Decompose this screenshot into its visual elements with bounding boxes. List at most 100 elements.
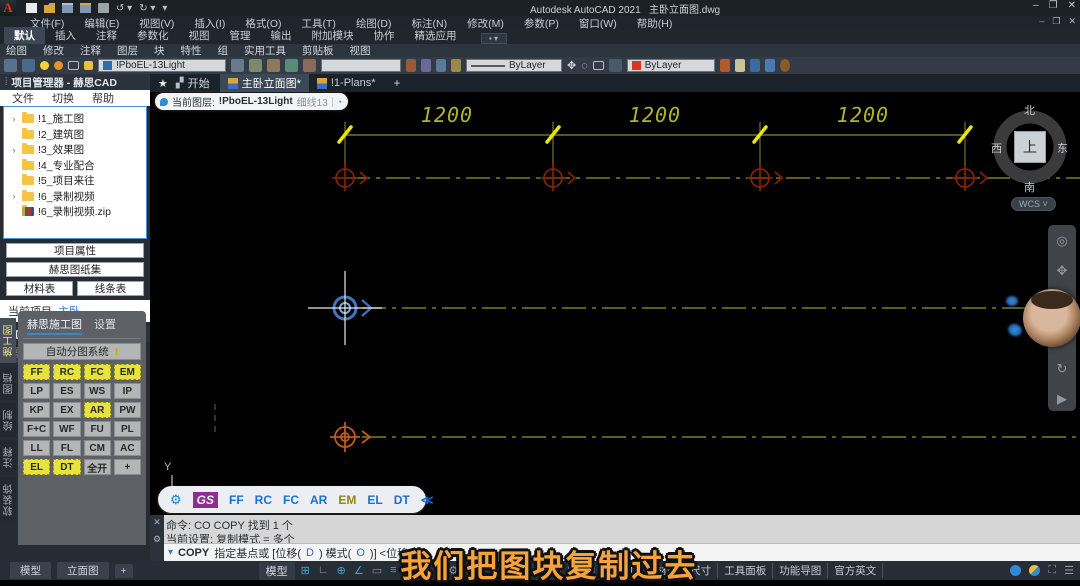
card-tab-settings[interactable]: 设置 — [94, 316, 116, 335]
ribbon-tab[interactable]: 附加模块 — [302, 27, 364, 44]
viewcube-south[interactable]: 南 — [1024, 179, 1035, 195]
pill-collapse-icon[interactable]: ≪ — [421, 493, 434, 507]
tool-shortcut-button[interactable]: DT — [53, 459, 80, 475]
menu-item[interactable]: 修改(M) — [467, 16, 504, 31]
layer-dropdown[interactable]: !PboEL-13Light — [98, 59, 226, 72]
favorites-star-icon[interactable]: ★ — [158, 77, 168, 90]
layer-lock-icon[interactable] — [84, 61, 93, 70]
project-manager-header[interactable]: ⦙ 项目管理器 - 赫思CAD — [0, 74, 150, 90]
info-dot-icon[interactable] — [1010, 565, 1021, 576]
status-toggle-icon[interactable]: ⊞ — [301, 564, 310, 577]
ribbon-tab[interactable]: 插入 — [45, 27, 86, 44]
layer-on-bulb-icon[interactable] — [40, 61, 49, 70]
materials-table-button[interactable]: 材料表 — [6, 281, 73, 296]
layer-off-icon[interactable] — [285, 59, 298, 72]
layer-isolate-icon[interactable] — [68, 61, 79, 70]
layer-stack-icon[interactable] — [22, 59, 35, 72]
new-drawing-tab-icon[interactable]: + — [394, 76, 401, 90]
workspace-switch-icon[interactable]: ▪ ▾ — [481, 33, 507, 44]
elevation-layout-tab[interactable]: 立面图 — [57, 562, 109, 579]
line-table-button[interactable]: 线条表 — [77, 281, 144, 296]
tool-shortcut-button[interactable]: EL — [23, 459, 50, 475]
tool-shortcut-button[interactable]: EM — [114, 364, 141, 380]
plot-style-icon[interactable] — [4, 59, 17, 72]
gs-badge[interactable]: GS — [193, 492, 218, 508]
tool-shortcut-button[interactable]: FF — [23, 364, 50, 380]
layer-sync-icon[interactable]: ◔ — [337, 97, 342, 107]
ribbon-panel-label[interactable]: 组 — [218, 43, 229, 58]
tool-shortcut-button[interactable]: KP — [23, 402, 50, 418]
mountain-icon[interactable] — [750, 59, 760, 72]
tool-shortcut-button[interactable]: WF — [53, 421, 80, 437]
pill-cmd-ar[interactable]: AR — [310, 493, 327, 507]
file-tab-active[interactable]: 主卧立面图* — [220, 74, 309, 92]
new-file-icon[interactable] — [26, 3, 37, 13]
status-toggle-icon[interactable]: ∠ — [354, 564, 364, 577]
tree-item[interactable]: !5_项目来往 — [4, 173, 146, 189]
status-menu-icon[interactable]: ☰ — [1064, 564, 1074, 577]
tool-shortcut-button[interactable]: 全开 — [84, 459, 111, 475]
pill-cmd-rc[interactable]: RC — [255, 493, 272, 507]
layer-unlock-icon[interactable] — [303, 59, 316, 72]
project-properties-button[interactable]: 项目属性 — [6, 243, 144, 258]
ribbon-panel-label[interactable]: 实用工具 — [244, 43, 286, 58]
frame-icon[interactable] — [735, 59, 745, 72]
status-toggle-icon[interactable]: ⊕ — [337, 564, 346, 577]
command-close-icon[interactable]: ✕ — [153, 517, 161, 528]
tree-item[interactable]: › !3_效果图 — [4, 142, 146, 158]
expand-arrow-icon[interactable]: › — [10, 145, 18, 155]
status-quick-link[interactable]: 官方英文 — [828, 563, 883, 578]
ribbon-tab[interactable]: 默认 — [4, 27, 45, 44]
sheet-set-button[interactable]: 赫思图纸集 — [6, 262, 144, 277]
model-space-button[interactable]: 模型 — [259, 562, 295, 580]
pan-icon[interactable]: ✥ — [1057, 263, 1068, 279]
tool-shortcut-button[interactable]: RC — [53, 364, 80, 380]
tool-shortcut-button[interactable]: AC — [114, 440, 141, 456]
file-tab[interactable]: !1-Plans* — [309, 74, 384, 92]
ribbon-tab[interactable]: 输出 — [261, 27, 302, 44]
start-tab[interactable]: ▞ 开始 — [176, 75, 210, 91]
pill-cmd-dt[interactable]: DT — [394, 493, 410, 507]
ribbon-panel-label[interactable]: 块 — [154, 43, 165, 58]
tool-shortcut-button[interactable]: CM — [84, 440, 111, 456]
layer-walk-icon[interactable] — [267, 59, 280, 72]
tool-shortcut-button[interactable]: IP — [114, 383, 141, 399]
pill-cmd-ff[interactable]: FF — [229, 493, 244, 507]
status-quick-link[interactable]: 功能导图 — [773, 563, 828, 578]
nav-wheel-icon[interactable]: ◎ — [1056, 233, 1067, 249]
viewcube-north[interactable]: 北 — [1024, 102, 1035, 118]
layer-match-icon[interactable] — [249, 59, 262, 72]
doc-close-icon[interactable]: ✕ — [1068, 16, 1076, 27]
menu-item[interactable]: 窗口(W) — [579, 16, 617, 31]
ribbon-panel-label[interactable]: 绘图 — [6, 43, 27, 58]
list-icon[interactable] — [436, 59, 446, 72]
web-icon[interactable] — [780, 59, 790, 72]
ribbon-tab[interactable]: 视图 — [179, 27, 220, 44]
status-quick-link[interactable]: 工具面板 — [718, 563, 773, 578]
drawing-area[interactable]: Y 1200 1200 1200 ★ ▞ 开始 主卧立面图* !1-Plans* — [150, 74, 1080, 515]
auto-split-button[interactable]: 自动分图系统 ! — [23, 343, 141, 360]
save-icon[interactable] — [62, 3, 73, 13]
pill-cmd-em[interactable]: EM — [338, 493, 356, 507]
tree-item[interactable]: › !1_施工图 — [4, 111, 146, 127]
side-tab[interactable]: 图档 — [0, 366, 16, 400]
pan-hand-icon[interactable]: ✥ — [567, 59, 576, 72]
command-suggest-icon[interactable]: ▾ — [168, 547, 173, 558]
ribbon-panel-label[interactable]: 注释 — [80, 43, 101, 58]
expand-arrow-icon[interactable]: › — [10, 191, 18, 201]
id-point-icon[interactable] — [451, 59, 461, 72]
side-tab[interactable]: 施工图 — [0, 318, 16, 363]
ribbon-panel-label[interactable]: 视图 — [350, 43, 371, 58]
tool-shortcut-button[interactable]: WS — [84, 383, 111, 399]
status-toggle-icon[interactable]: ≡ — [390, 564, 396, 577]
tool-shortcut-button[interactable]: PW — [114, 402, 141, 418]
tree-item[interactable]: !2_建筑图 — [4, 127, 146, 143]
flag-icon[interactable] — [720, 59, 730, 72]
viewcube-west[interactable]: 西 — [991, 140, 1002, 156]
save-as-icon[interactable] — [80, 3, 91, 13]
displacement-option-link[interactable]: D — [306, 547, 314, 559]
ribbon-panel-label[interactable]: 图层 — [117, 43, 138, 58]
tree-item[interactable]: !6_录制视频.zip — [4, 204, 146, 220]
menu-item[interactable]: 帮助(H) — [637, 16, 673, 31]
tree-item[interactable]: › !6_录制视频 — [4, 189, 146, 205]
